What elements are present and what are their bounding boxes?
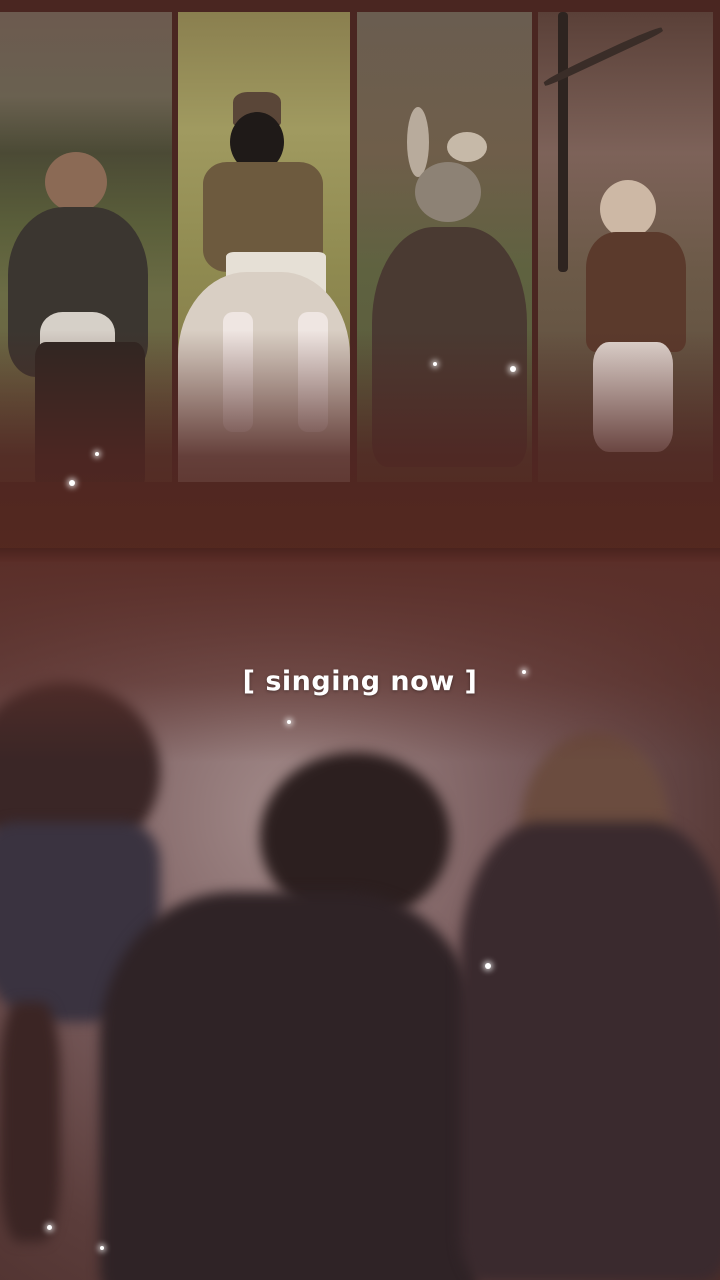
sparkle	[433, 362, 437, 366]
sparkle	[522, 670, 526, 674]
photo-collage	[0, 0, 720, 560]
sparkle	[69, 480, 75, 486]
sparkle	[100, 1246, 104, 1250]
sparkle	[95, 452, 99, 456]
story-screen: [ singing now ]	[0, 0, 720, 1280]
lyric-caption: [ singing now ]	[242, 666, 478, 697]
sparkle	[47, 1225, 52, 1230]
sparkle	[485, 963, 491, 969]
sparkle	[510, 366, 516, 372]
section-divider	[0, 548, 720, 562]
sparkle	[287, 720, 291, 724]
